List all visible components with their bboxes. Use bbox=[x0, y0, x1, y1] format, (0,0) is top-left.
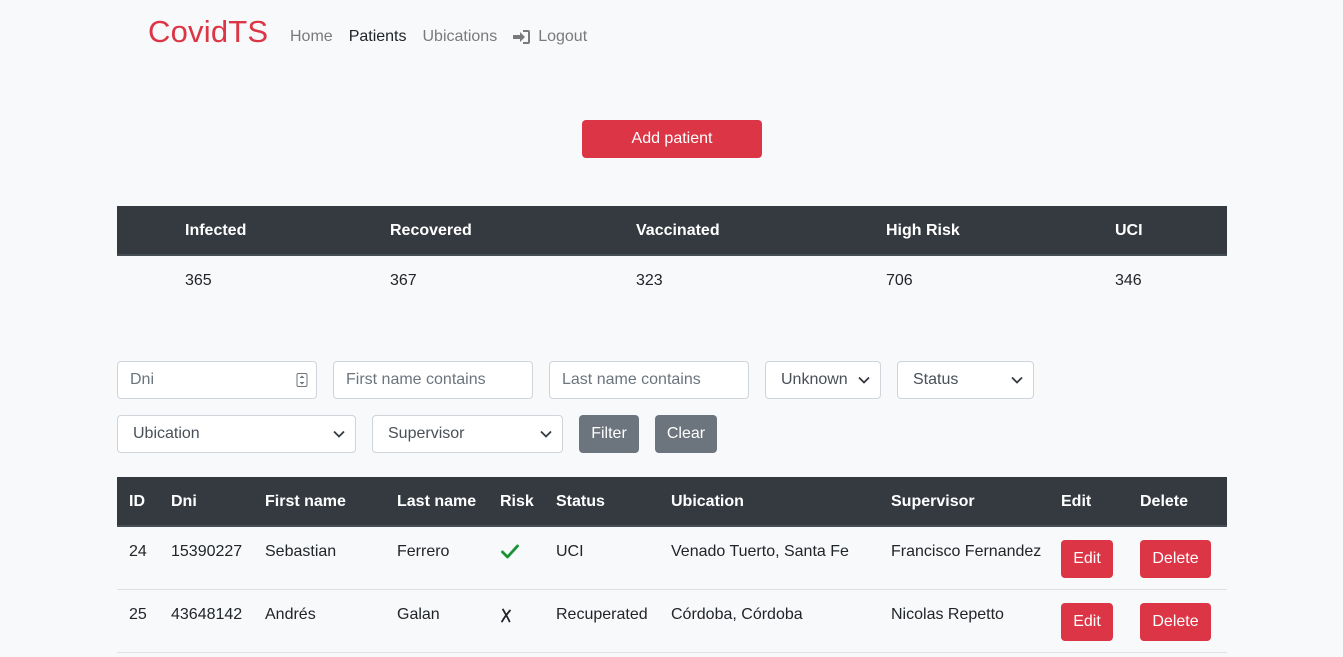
stats-value-recovered: 367 bbox=[390, 272, 417, 289]
stats-table: Infected Recovered Vaccinated High Risk … bbox=[117, 206, 1227, 307]
brand-logo[interactable]: CovidTS bbox=[148, 14, 268, 50]
sign-out-icon bbox=[513, 30, 531, 44]
cell-ubication: Venado Tuerto, Santa Fe bbox=[671, 543, 849, 560]
nav-menu: Home Patients Ubications Logout bbox=[290, 27, 587, 47]
header-ubication: Ubication bbox=[671, 493, 744, 510]
cell-status: Recuperated bbox=[556, 606, 648, 623]
cell-last-name: Galan bbox=[397, 606, 440, 623]
header-status: Status bbox=[556, 493, 605, 510]
dni-placeholder: Dni bbox=[130, 371, 155, 388]
cell-last-name: Ferrero bbox=[397, 543, 450, 560]
nav-logout[interactable]: Logout bbox=[513, 27, 587, 47]
stats-value-uci: 346 bbox=[1115, 272, 1142, 289]
chevron-down-icon bbox=[1011, 376, 1023, 384]
table-header-row: ID Dni First name Last name Risk Status … bbox=[117, 477, 1227, 527]
add-patient-button[interactable]: Add patient bbox=[582, 120, 762, 158]
nav-home[interactable]: Home bbox=[290, 27, 333, 47]
cell-dni: 43648142 bbox=[171, 606, 243, 623]
header-id: ID bbox=[129, 493, 145, 510]
delete-button[interactable]: Delete bbox=[1140, 540, 1211, 578]
header-dni: Dni bbox=[171, 493, 197, 510]
cell-id: 25 bbox=[129, 606, 147, 623]
table-row: 24 15390227 Sebastian Ferrero UCI Venado… bbox=[117, 527, 1227, 590]
status-select[interactable]: Status bbox=[897, 361, 1034, 399]
chevron-down-icon bbox=[858, 376, 870, 384]
cell-dni: 15390227 bbox=[171, 543, 243, 560]
chevron-down-icon bbox=[333, 430, 345, 438]
cell-first-name: Andrés bbox=[265, 606, 316, 623]
supervisor-select-value: Supervisor bbox=[388, 425, 465, 442]
cross-icon bbox=[500, 608, 512, 623]
stats-header-row: Infected Recovered Vaccinated High Risk … bbox=[117, 206, 1227, 256]
nav-ubications[interactable]: Ubications bbox=[423, 27, 498, 47]
stats-header-high-risk: High Risk bbox=[886, 222, 960, 239]
header-supervisor: Supervisor bbox=[891, 493, 975, 510]
stats-values-row: 365 367 323 706 346 bbox=[117, 256, 1227, 307]
cell-ubication: Córdoba, Córdoba bbox=[671, 606, 803, 623]
risk-select[interactable]: Unknown bbox=[765, 361, 881, 399]
cell-id: 24 bbox=[129, 543, 147, 560]
last-name-field[interactable]: Last name contains bbox=[549, 361, 749, 399]
status-select-value: Status bbox=[913, 371, 959, 388]
risk-select-value: Unknown bbox=[781, 371, 848, 388]
ubication-select-value: Ubication bbox=[133, 425, 200, 442]
navbar: CovidTS Home Patients Ubications Logout bbox=[0, 0, 1343, 74]
cell-supervisor: Nicolas Repetto bbox=[891, 606, 1004, 623]
header-edit: Edit bbox=[1061, 493, 1092, 510]
dni-field[interactable]: Dni bbox=[117, 361, 317, 399]
stats-value-high-risk: 706 bbox=[886, 272, 913, 289]
delete-button[interactable]: Delete bbox=[1140, 603, 1211, 641]
edit-button[interactable]: Edit bbox=[1061, 540, 1113, 578]
header-risk: Risk bbox=[500, 493, 534, 510]
nav-logout-label: Logout bbox=[538, 28, 588, 45]
spinner-icon[interactable] bbox=[296, 373, 308, 392]
header-delete: Delete bbox=[1140, 493, 1189, 510]
cell-status: UCI bbox=[556, 543, 584, 560]
stats-header-vaccinated: Vaccinated bbox=[636, 222, 720, 239]
header-last-name: Last name bbox=[397, 493, 477, 510]
stats-value-vaccinated: 323 bbox=[636, 272, 663, 289]
first-name-placeholder: First name contains bbox=[346, 371, 486, 388]
patients-table: ID Dni First name Last name Risk Status … bbox=[117, 477, 1227, 653]
first-name-field[interactable]: First name contains bbox=[333, 361, 533, 399]
cell-first-name: Sebastian bbox=[265, 543, 337, 560]
last-name-placeholder: Last name contains bbox=[562, 371, 701, 388]
stats-header-recovered: Recovered bbox=[390, 222, 472, 239]
clear-button[interactable]: Clear bbox=[655, 415, 717, 453]
stats-header-infected: Infected bbox=[185, 222, 247, 239]
edit-button[interactable]: Edit bbox=[1061, 603, 1113, 641]
header-first-name: First name bbox=[265, 493, 346, 510]
ubication-select[interactable]: Ubication bbox=[117, 415, 356, 453]
stats-header-uci: UCI bbox=[1115, 222, 1143, 239]
cell-supervisor: Francisco Fernandez bbox=[891, 543, 1042, 560]
chevron-down-icon bbox=[540, 430, 552, 438]
stats-value-infected: 365 bbox=[185, 272, 212, 289]
check-icon bbox=[501, 544, 519, 559]
table-row: 25 43648142 Andrés Galan Recuperated Cór… bbox=[117, 590, 1227, 653]
filter-button[interactable]: Filter bbox=[579, 415, 639, 453]
nav-patients[interactable]: Patients bbox=[349, 27, 407, 47]
supervisor-select[interactable]: Supervisor bbox=[372, 415, 563, 453]
